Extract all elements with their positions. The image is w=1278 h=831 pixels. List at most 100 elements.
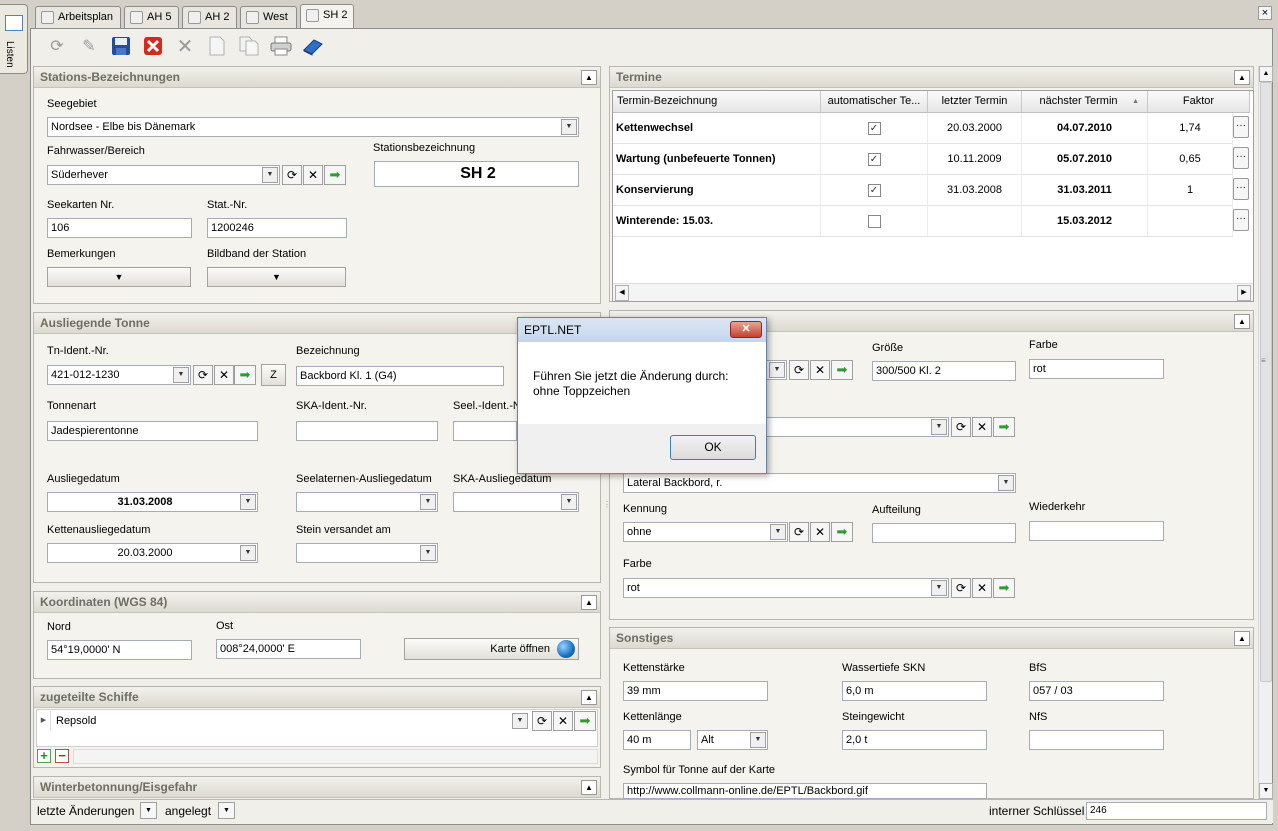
new-icon[interactable]	[206, 36, 228, 58]
collapse-icon[interactable]: ▲	[1234, 314, 1250, 329]
termine-cell-next[interactable]: 05.07.2010	[1022, 144, 1148, 175]
chevron-down-icon[interactable]: ▼	[561, 494, 577, 510]
arrow-right-icon[interactable]: ➡	[831, 360, 853, 380]
add-row-icon[interactable]: +	[37, 749, 51, 763]
scroll-left-icon[interactable]: ◀	[615, 285, 629, 301]
clear-icon[interactable]: ✕	[303, 165, 323, 185]
termine-cell-name[interactable]: Winterende: 15.03.	[613, 206, 821, 237]
book-icon[interactable]	[302, 36, 324, 58]
termine-cell-last[interactable]	[928, 206, 1022, 237]
topp-select[interactable]: ▼	[767, 417, 949, 437]
checkbox[interactable]: ✓	[867, 183, 881, 197]
checkbox[interactable]	[867, 214, 881, 228]
scroll-up-icon[interactable]: ▲	[1259, 66, 1273, 82]
collapse-icon[interactable]: ▲	[581, 595, 597, 610]
seegebiet-select[interactable]: Nordsee - Elbe bis Dänemark ▼	[47, 117, 579, 137]
groesse-input[interactable]: 300/500 Kl. 2	[872, 361, 1016, 381]
chevron-down-icon[interactable]: ▼	[420, 494, 436, 510]
save-icon[interactable]	[110, 36, 132, 58]
skaausliege-picker[interactable]: ▼	[453, 492, 579, 512]
collapse-icon[interactable]: ▲	[1234, 631, 1250, 646]
more-options-button[interactable]: ···	[1233, 209, 1249, 231]
seelident-input[interactable]	[453, 421, 517, 441]
arrow-right-icon[interactable]: ➡	[993, 578, 1015, 598]
column-header[interactable]: nächster Termin ▲	[1022, 91, 1148, 113]
kennung-select[interactable]: ohne ▼	[623, 522, 788, 542]
tab-ah2[interactable]: AH 2	[182, 6, 237, 28]
bildband-dropdown-button[interactable]: ▼	[207, 267, 346, 287]
scrollbar-thumb[interactable]	[1260, 82, 1272, 682]
scroll-right-icon[interactable]: ▶	[1237, 285, 1251, 301]
termine-cell-next[interactable]: 04.07.2010	[1022, 113, 1148, 144]
termine-cell-factor[interactable]	[1148, 206, 1233, 237]
chevron-down-icon[interactable]: ▼	[218, 802, 235, 819]
arrow-right-icon[interactable]: ➡	[574, 711, 596, 731]
ok-button[interactable]: OK	[670, 435, 756, 460]
more-options-button[interactable]: ···	[1233, 178, 1249, 200]
arrow-right-icon[interactable]: ➡	[831, 522, 853, 542]
seelaternen-picker[interactable]: ▼	[296, 492, 438, 512]
termine-cell-factor[interactable]: 1	[1148, 175, 1233, 206]
tab-ah5[interactable]: AH 5	[124, 6, 179, 28]
termine-horizontal-scrollbar[interactable]: ◀ ▶	[613, 283, 1253, 301]
more-options-button[interactable]: ···	[1233, 116, 1249, 138]
skaident-input[interactable]	[296, 421, 438, 441]
chevron-down-icon[interactable]: ▼	[931, 580, 947, 596]
collapse-icon[interactable]: ▲	[581, 780, 597, 795]
nord-input[interactable]: 54°19,0000' N	[47, 640, 192, 660]
column-header[interactable]: letzter Termin	[928, 91, 1022, 113]
remove-row-icon[interactable]: −	[55, 749, 69, 763]
chevron-down-icon[interactable]: ▼	[140, 802, 157, 819]
clear-icon[interactable]: ✕	[972, 417, 992, 437]
kettenlaenge-input[interactable]: 40 m	[623, 730, 691, 750]
tnident-select[interactable]: 421-012-1230 ▼	[47, 365, 191, 385]
wiederkehr-input[interactable]	[1029, 521, 1164, 541]
refresh-icon[interactable]: ⟳	[193, 365, 213, 385]
termine-cell-name[interactable]: Wartung (unbefeuerte Tonnen)	[613, 144, 821, 175]
tab-arbeitsplan[interactable]: Arbeitsplan	[35, 6, 121, 28]
farbe2-select[interactable]: rot ▼	[623, 578, 949, 598]
clear-icon[interactable]: ✕	[810, 360, 830, 380]
refresh-icon[interactable]: ⟳	[789, 522, 809, 542]
collapse-icon[interactable]: ▲	[1234, 70, 1250, 85]
karte-oeffnen-button[interactable]: Karte öffnen	[404, 638, 579, 660]
collapse-icon[interactable]: ▲	[581, 70, 597, 85]
chevron-down-icon[interactable]: ▼	[512, 713, 528, 729]
stein-picker[interactable]: ▼	[296, 543, 438, 563]
clear-icon[interactable]: ✕	[214, 365, 234, 385]
column-header[interactable]: Termin-Bezeichnung	[613, 91, 821, 113]
chevron-down-icon[interactable]: ▼	[750, 732, 766, 748]
horizontal-scrollbar[interactable]	[73, 749, 598, 764]
arrow-right-icon[interactable]: ➡	[324, 165, 346, 185]
termine-cell-next[interactable]: 31.03.2011	[1022, 175, 1148, 206]
splitter-grip[interactable]: ⋮	[603, 500, 611, 514]
more-options-button[interactable]: ···	[1233, 147, 1249, 169]
tab-west[interactable]: West	[240, 6, 297, 28]
vertical-scrollbar[interactable]: ▲ ≡ ▼	[1258, 66, 1273, 799]
termine-cell-last[interactable]: 10.11.2009	[928, 144, 1022, 175]
steingewicht-input[interactable]: 2,0 t	[842, 730, 987, 750]
termine-cell-factor[interactable]: 1,74	[1148, 113, 1233, 144]
fahrwasser-select[interactable]: Süderhever ▼	[47, 165, 280, 185]
copy-icon[interactable]	[238, 36, 260, 58]
edit-icon[interactable]: ✎	[78, 36, 100, 58]
chevron-down-icon[interactable]: ▼	[262, 167, 278, 183]
merkmal-select[interactable]: ▼	[767, 360, 787, 380]
lateral-select[interactable]: Lateral Backbord, r. ▼	[623, 473, 1016, 493]
statnr-input[interactable]: 1200246	[207, 218, 347, 238]
arrow-right-icon[interactable]: ➡	[993, 417, 1015, 437]
refresh-icon[interactable]: ⟳	[282, 165, 302, 185]
refresh-icon[interactable]: ⟳	[532, 711, 552, 731]
chevron-down-icon[interactable]: ▼	[998, 475, 1014, 491]
termine-cell-factor[interactable]: 0,65	[1148, 144, 1233, 175]
termine-cell-next[interactable]: 15.03.2012	[1022, 206, 1148, 237]
listen-sidebar-tab[interactable]: Listen	[0, 4, 28, 74]
dialog-close-button[interactable]: ✕	[730, 321, 762, 338]
column-header[interactable]: automatischer Te...	[821, 91, 928, 113]
chevron-down-icon[interactable]: ▼	[240, 545, 256, 561]
refresh-icon[interactable]: ⟳	[46, 36, 68, 58]
column-header[interactable]: Faktor	[1148, 91, 1250, 113]
refresh-icon[interactable]: ⟳	[951, 417, 971, 437]
kettenlaenge-alt-select[interactable]: Alt ▼	[697, 730, 768, 750]
symbol-url-input[interactable]: http://www.collmann-online.de/EPTL/Backb…	[623, 783, 987, 799]
